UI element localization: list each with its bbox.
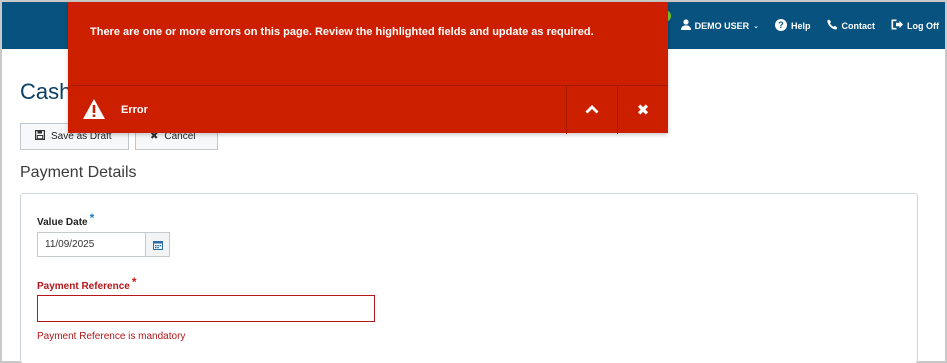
logoff-link[interactable]: Log Off xyxy=(891,19,939,32)
collapse-alert-button[interactable] xyxy=(566,86,617,134)
help-label: Help xyxy=(790,20,811,31)
svg-text:?: ? xyxy=(778,20,784,30)
value-date-label-text: Value Date xyxy=(37,217,88,228)
error-alert-banner: There are one or more errors on this pag… xyxy=(68,2,668,134)
value-date-input[interactable]: 11/09/2025 xyxy=(38,233,145,256)
chevron-up-icon xyxy=(585,101,599,119)
value-date-field[interactable]: 11/09/2025 xyxy=(37,232,170,257)
payment-details-panel: Value Date * 11/09/2025 Payment Reference… xyxy=(20,193,918,363)
required-marker: * xyxy=(131,275,137,289)
user-icon xyxy=(680,19,691,32)
contact-link[interactable]: Contact xyxy=(826,19,876,32)
help-link[interactable]: ? Help xyxy=(774,18,811,33)
page-title: Cash xyxy=(20,79,72,104)
phone-icon xyxy=(826,19,838,32)
payment-reference-label: Payment Reference * xyxy=(37,275,137,292)
payment-reference-input[interactable] xyxy=(37,295,375,322)
alert-message: There are one or more errors on this pag… xyxy=(90,26,594,38)
user-menu[interactable]: DEMO USER ⌄ xyxy=(680,19,759,32)
close-alert-button[interactable]: ✖ xyxy=(617,86,668,134)
help-icon: ? xyxy=(774,18,787,33)
warning-icon xyxy=(82,98,106,120)
calendar-icon[interactable] xyxy=(145,233,169,256)
section-title: Payment Details xyxy=(20,164,137,181)
required-marker: * xyxy=(89,211,95,225)
alert-label: Error xyxy=(121,104,148,116)
chevron-down-icon: ⌄ xyxy=(753,22,759,30)
logoff-icon xyxy=(891,19,903,32)
user-name-label: DEMO USER xyxy=(694,20,750,31)
value-date-label: Value Date * xyxy=(37,211,94,228)
logoff-label: Log Off xyxy=(907,20,939,31)
payment-reference-label-text: Payment Reference xyxy=(37,281,130,292)
save-icon xyxy=(35,130,46,143)
top-nav: 2 DEMO USER ⌄ ? Help Contact Log xyxy=(651,2,939,49)
contact-label: Contact xyxy=(841,20,876,31)
payment-reference-error: Payment Reference is mandatory xyxy=(37,331,186,342)
alert-footer: Error ✖ xyxy=(68,85,668,134)
close-icon: ✖ xyxy=(636,102,650,119)
